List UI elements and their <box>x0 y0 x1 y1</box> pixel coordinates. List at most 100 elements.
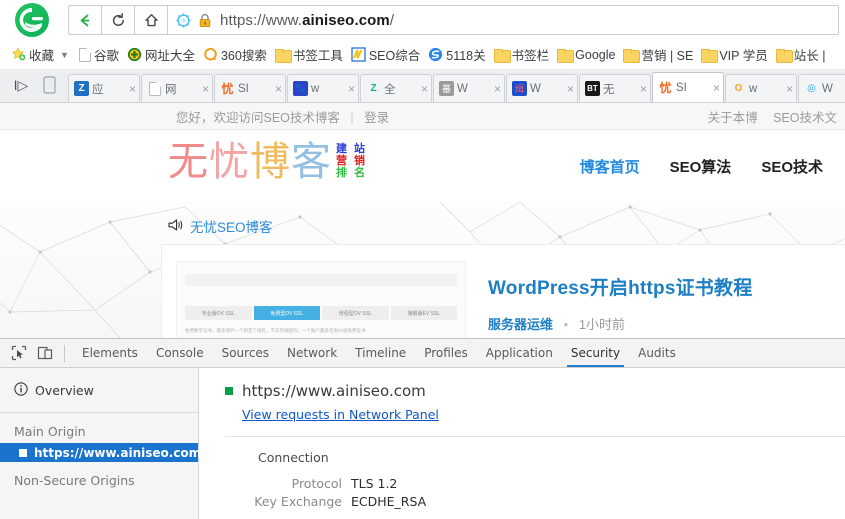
tab-item[interactable]: Z 全 × <box>360 74 432 102</box>
tab-favicon: ◎ <box>807 83 816 94</box>
bookmark-folder-google[interactable]: Google <box>553 44 619 66</box>
devtools-tab-security[interactable]: Security <box>562 339 629 367</box>
bookmark-seo-suite[interactable]: SEO综合 <box>347 44 424 66</box>
announcement-text[interactable]: 无忧SEO博客 <box>190 216 273 236</box>
site-logo[interactable]: 无忧博客 建 站 营 销 排 名 <box>168 142 367 182</box>
bookmark-label: 书签栏 <box>511 49 550 63</box>
address-bar[interactable]: https://www.ainiseo.com/ <box>167 5 839 35</box>
devtools-tab-audits[interactable]: Audits <box>629 339 685 367</box>
devtools-tab-timeline[interactable]: Timeline <box>346 339 415 367</box>
back-button[interactable] <box>68 5 101 35</box>
home-button[interactable] <box>134 5 167 35</box>
star-favorites-icon <box>11 47 26 62</box>
tab-close-icon[interactable]: × <box>638 82 647 96</box>
chevron-down-icon[interactable]: ▼ <box>60 50 69 60</box>
bookmark-label: SEO综合 <box>368 49 421 63</box>
devtools-tab-sources[interactable]: Sources <box>213 339 278 367</box>
nav-item-seo-algorithm[interactable]: SEO算法 <box>670 156 732 177</box>
tab-close-icon[interactable]: × <box>346 82 355 96</box>
toggle-device-toolbar-icon[interactable] <box>32 340 58 366</box>
sidebar-group-non-secure-origins: Non-Secure Origins <box>14 473 135 488</box>
tab-close-icon[interactable]: × <box>565 82 574 96</box>
topbar-separator: | <box>350 110 354 125</box>
article-card[interactable]: 专业版OV SSL 免费型DV SSL 增强型OV SSL 旗舰版EV SSL … <box>162 245 845 338</box>
login-link[interactable]: 登录 <box>364 111 389 125</box>
tab-item[interactable]: 蕃 W × <box>433 74 505 102</box>
devtools-tab-network[interactable]: Network <box>278 339 346 367</box>
tab-favicon: Z <box>74 81 89 96</box>
tab-list-icon[interactable]: I▷ <box>8 72 34 98</box>
inspect-element-icon[interactable] <box>6 340 32 366</box>
tab-item[interactable]: 忧 SI × <box>214 74 286 102</box>
bookmark-folder-vip[interactable]: VIP 学员 <box>697 44 771 66</box>
bookmark-label: 5118关 <box>446 49 486 63</box>
lock-icon[interactable] <box>194 13 216 28</box>
bookmark-label: 站长 | <box>793 49 826 63</box>
thumb-tab: 专业版OV SSL <box>185 306 252 320</box>
5118-icon <box>428 47 443 62</box>
bookmark-5118[interactable]: 5118关 <box>424 44 489 66</box>
about-blog-link[interactable]: 关于本博 <box>708 111 758 125</box>
nav-item-home[interactable]: 博客首页 <box>580 156 640 177</box>
tab-close-icon[interactable]: × <box>784 82 793 96</box>
sidebar-group-main-origin: Main Origin <box>14 424 86 439</box>
bookmark-hao360[interactable]: 网址大全 <box>123 44 199 66</box>
tab-item[interactable]: Z 应 × <box>68 74 140 102</box>
devtools-tab-console[interactable]: Console <box>147 339 213 367</box>
security-sidebar: Overview Main Origin https://www.ainiseo… <box>0 368 201 519</box>
seo-articles-link[interactable]: SEO技术文 <box>773 111 837 125</box>
site-announcement: 无忧SEO博客 <box>168 216 273 236</box>
bookmark-favorites[interactable]: 收藏 <box>7 44 58 66</box>
logo-char-3: 博 <box>250 139 291 185</box>
tab-close-icon[interactable]: × <box>127 82 136 96</box>
reload-button[interactable] <box>101 5 134 35</box>
bookmark-folder-bookmarkbar[interactable]: 书签栏 <box>490 44 554 66</box>
view-requests-network-link[interactable]: View requests in Network Panel <box>242 407 439 422</box>
mobile-view-icon[interactable] <box>36 72 62 98</box>
bookmark-label: 营销 | SE <box>641 49 694 63</box>
detail-key: Key Exchange <box>254 494 342 509</box>
article-category[interactable]: 服务器运维 <box>488 317 553 332</box>
bookmark-folder-webmaster[interactable]: 站长 | <box>772 44 830 66</box>
origin-url: https://www.ainiseo.com <box>242 382 426 400</box>
tab-item[interactable]: O w × <box>725 74 797 102</box>
tab-item[interactable]: ◎ W × <box>798 74 845 102</box>
bookmark-folder-tools[interactable]: 书签工具 <box>271 44 347 66</box>
tab-item[interactable]: BT 无 × <box>579 74 651 102</box>
sidebar-origin-selected[interactable]: https://www.ainiseo.com <box>0 443 201 462</box>
tab-close-icon[interactable]: × <box>711 81 720 95</box>
bookmark-folder-marketing[interactable]: 营销 | SE <box>619 44 697 66</box>
thumb-tab: 增强型OV SSL <box>322 306 389 320</box>
devtools-tab-profiles[interactable]: Profiles <box>415 339 477 367</box>
web-page-viewport: 您好，欢迎访问SEO技术博客 | 登录 关于本博 SEO技术文 无忧博客 建 站… <box>0 103 845 338</box>
tab-item[interactable]: 🐾 w × <box>287 74 359 102</box>
bookmark-so360[interactable]: 360搜索 <box>199 44 271 66</box>
nav-item-seo-tech[interactable]: SEO技术 <box>761 156 823 177</box>
tab-item[interactable]: 缉 W × <box>506 74 578 102</box>
tagline-ranking: 排 名 <box>336 167 368 180</box>
bookmark-label: 谷歌 <box>93 49 119 63</box>
site-header: 无忧博客 建 站 营 销 排 名 博客首页 SEO算法 SEO技术 <box>0 130 845 202</box>
tab-favicon: 缉 <box>512 81 527 96</box>
seo-square-icon <box>351 47 366 62</box>
bookmark-google-cn[interactable]: 谷歌 <box>75 44 123 66</box>
tab-item[interactable]: 网 × <box>141 74 213 102</box>
bookmark-label: 360搜索 <box>220 49 267 63</box>
tab-item-active[interactable]: 忧 SI × <box>652 72 724 102</box>
tab-favicon: O <box>734 83 743 94</box>
devtools-toolbar: Elements Console Sources Network Timelin… <box>0 339 845 368</box>
sidebar-item-overview[interactable]: Overview <box>0 368 198 413</box>
article-title[interactable]: WordPress开启https证书教程 <box>488 273 752 300</box>
tab-close-icon[interactable]: × <box>419 82 428 96</box>
devtools-tab-application[interactable]: Application <box>477 339 562 367</box>
devtools-tab-elements[interactable]: Elements <box>73 339 147 367</box>
back-arrow-icon <box>80 14 89 26</box>
tab-title: 无 <box>603 83 615 96</box>
tab-close-icon[interactable]: × <box>492 82 501 96</box>
bookmark-label: 收藏 <box>29 49 55 63</box>
tab-close-icon[interactable]: × <box>200 82 209 96</box>
bookmark-label: Google <box>575 47 616 62</box>
section-divider <box>225 436 845 437</box>
page-info-circle-icon[interactable] <box>172 12 194 28</box>
tab-close-icon[interactable]: × <box>273 82 282 96</box>
